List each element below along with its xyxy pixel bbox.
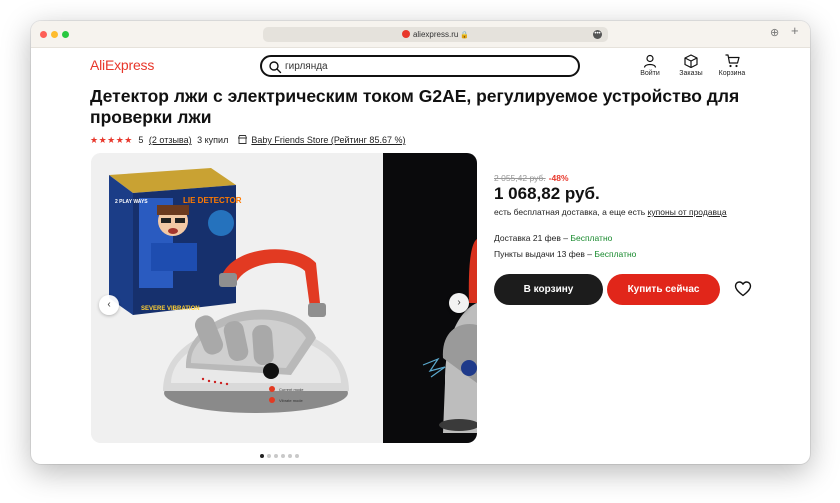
new-tab-icon[interactable]: + [791, 23, 799, 38]
cart-button[interactable]: Корзина [715, 54, 749, 77]
heart-icon[interactable] [734, 280, 752, 298]
site-favicon-icon [401, 30, 410, 38]
discount-badge: -48% [548, 173, 569, 183]
gallery-dot-6[interactable] [295, 454, 299, 458]
maximize-window-button[interactable] [62, 31, 69, 38]
add-to-cart-button[interactable]: В корзину [494, 274, 603, 305]
gallery-prev-button[interactable]: ‹ [99, 295, 119, 315]
box-badge-text: 2 PLAY WAYS [115, 199, 148, 205]
reviews-link[interactable]: (2 отзыва) [149, 135, 192, 145]
orders-label: Заказы [679, 70, 703, 77]
pickup-value: Бесплатно [594, 249, 637, 259]
download-icon[interactable]: ⊕ [770, 26, 779, 39]
delivery-label: Доставка 21 фев – [494, 233, 569, 243]
search-box[interactable] [260, 55, 580, 77]
lock-icon: 🔒 [460, 32, 470, 39]
url-text: aliexpress.ru [412, 30, 459, 39]
gallery-pagination [260, 445, 302, 458]
box-title-text: LIE DETECTOR [183, 196, 242, 205]
address-bar[interactable]: aliexpress.ru 🔒 ••• [263, 27, 608, 42]
current-mode-text: Current mode [279, 387, 304, 392]
product-gallery: LIE DETECTOR 2 PLAY WAYS SEVERE VIBRATIO… [91, 153, 477, 443]
search-icon [269, 61, 282, 74]
login-button[interactable]: Войти [633, 54, 667, 77]
rating-value: 5 [138, 135, 144, 145]
orders-button[interactable]: Заказы [674, 54, 708, 77]
old-price-row: 2 055,42 руб. -48% [494, 173, 794, 183]
product-title: Детектор лжи с электрическим током G2AE,… [90, 86, 740, 127]
free-delivery-text: есть бесплатная доставка, а еще есть [494, 207, 646, 217]
page-menu-icon[interactable]: ••• [593, 30, 602, 39]
pickup-label: Пункты выдачи 13 фев – [494, 249, 593, 259]
current-price: 1 068,82 руб. [494, 184, 600, 203]
cart-icon [725, 54, 740, 68]
box-bottom-text: SEVERE VIBRATION [141, 306, 200, 312]
product-image-main[interactable]: LIE DETECTOR 2 PLAY WAYS SEVERE VIBRATIO… [91, 153, 383, 443]
old-price: 2 055,42 руб. [494, 173, 546, 183]
vibrate-mode-text: Vibrate mode [279, 398, 303, 403]
seller-coupons-link[interactable]: купоны от продавца [648, 207, 727, 217]
gallery-dot-2[interactable] [267, 454, 271, 458]
bought-count: 3 купил [197, 135, 229, 145]
buy-now-button[interactable]: Купить сейчас [607, 274, 720, 305]
gallery-next-button[interactable]: › [449, 293, 469, 313]
minimize-window-button[interactable] [51, 31, 58, 38]
store-link[interactable]: Baby Friends Store (Рейтинг 85.67 %) [251, 135, 405, 145]
delivery-value: Бесплатно [570, 233, 613, 243]
cart-label: Корзина [718, 70, 746, 77]
pickup-row: Пункты выдачи 13 фев – Бесплатно [494, 249, 636, 259]
close-window-button[interactable] [40, 31, 47, 38]
gallery-dot-1[interactable] [260, 454, 264, 458]
delivery-row: Доставка 21 фев – Бесплатно [494, 233, 612, 243]
lie-detector-product-image: LIE DETECTOR 2 PLAY WAYS SEVERE VIBRATIO… [109, 168, 349, 413]
store-icon [237, 135, 248, 144]
free-delivery-note: есть бесплатная доставка, а еще есть куп… [494, 207, 794, 217]
price-block: 2 055,42 руб. -48% 1 068,82 руб. есть бес… [494, 173, 794, 217]
box-icon [684, 54, 698, 68]
user-icon [643, 54, 657, 68]
gallery-dot-5[interactable] [288, 454, 292, 458]
login-label: Войти [640, 70, 660, 77]
search-input[interactable] [285, 59, 570, 73]
gallery-dot-3[interactable] [274, 454, 278, 458]
gallery-dot-4[interactable] [281, 454, 285, 458]
browser-titlebar: aliexpress.ru 🔒 ••• ⊕ + [31, 21, 810, 48]
browser-window: aliexpress.ru🔒 ••• ⊕ + AliExpress Войти … [31, 21, 810, 464]
rating-stars-icon: ★★★★★ [90, 135, 133, 145]
aliexpress-logo[interactable]: AliExpress [90, 57, 154, 73]
product-meta: ★★★★★ 5 (2 отзыва) 3 купил Baby Friends … [90, 135, 408, 147]
